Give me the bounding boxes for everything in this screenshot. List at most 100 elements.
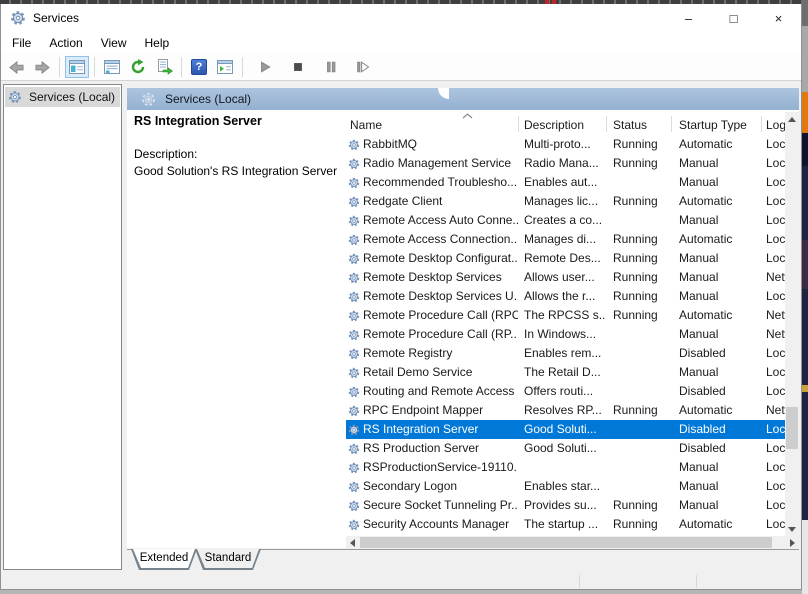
export-list-button[interactable] bbox=[152, 56, 176, 78]
service-gear-icon bbox=[348, 386, 360, 398]
vertical-scrollbar[interactable] bbox=[785, 112, 799, 536]
menu-action[interactable]: Action bbox=[40, 33, 91, 53]
service-startup-type: Manual bbox=[671, 477, 761, 496]
service-startup-type: Automatic bbox=[671, 135, 761, 154]
service-log-on-as: Loca bbox=[761, 458, 787, 477]
horizontal-scrollbar[interactable] bbox=[346, 536, 799, 549]
service-row[interactable]: Remote Desktop Services U... Allows the … bbox=[346, 287, 787, 306]
service-status bbox=[606, 211, 671, 230]
service-description: The Retail D... bbox=[518, 363, 606, 382]
service-description: The RPCSS s... bbox=[518, 306, 606, 325]
service-status bbox=[606, 382, 671, 401]
sidebar-item-services-local[interactable]: Services (Local) bbox=[5, 87, 120, 107]
close-button[interactable]: × bbox=[756, 4, 801, 32]
service-row[interactable]: Remote Procedure Call (RP... In Windows.… bbox=[346, 325, 787, 344]
column-divider[interactable] bbox=[761, 116, 762, 132]
service-row[interactable]: Remote Desktop Services Allows user... R… bbox=[346, 268, 787, 287]
service-name: Radio Management Service bbox=[363, 154, 511, 173]
scroll-up-button[interactable] bbox=[785, 112, 799, 126]
service-name: RSProductionService-19110... bbox=[363, 458, 518, 477]
service-description: Enables rem... bbox=[518, 344, 606, 363]
service-row[interactable]: RS Integration Server Good Soluti... Dis… bbox=[346, 420, 787, 439]
service-row[interactable]: RPC Endpoint Mapper Resolves RP... Runni… bbox=[346, 401, 787, 420]
scroll-down-button[interactable] bbox=[785, 522, 799, 536]
service-name: Retail Demo Service bbox=[363, 363, 472, 382]
scroll-right-button[interactable] bbox=[786, 536, 799, 549]
extended-view-icon bbox=[217, 60, 233, 74]
maximize-button[interactable]: □ bbox=[711, 4, 756, 32]
service-startup-type: Manual bbox=[671, 249, 761, 268]
service-log-on-as: Loca bbox=[761, 287, 787, 306]
service-row[interactable]: Routing and Remote Access Offers routi..… bbox=[346, 382, 787, 401]
service-name: RabbitMQ bbox=[363, 135, 417, 154]
service-row[interactable]: Remote Procedure Call (RPC) The RPCSS s.… bbox=[346, 306, 787, 325]
minimize-button[interactable]: – bbox=[666, 4, 711, 32]
service-row[interactable]: Remote Access Connection... Manages di..… bbox=[346, 230, 787, 249]
column-header-name[interactable]: Name bbox=[350, 118, 382, 132]
service-row[interactable]: Security Accounts Manager The startup ..… bbox=[346, 515, 787, 534]
extended-view-button[interactable] bbox=[213, 56, 237, 78]
service-startup-type: Disabled bbox=[671, 344, 761, 363]
column-divider[interactable] bbox=[518, 116, 519, 132]
forward-button[interactable] bbox=[30, 56, 54, 78]
menu-view[interactable]: View bbox=[92, 33, 136, 53]
service-row[interactable]: Remote Desktop Configurat... Remote Des.… bbox=[346, 249, 787, 268]
service-name: Secondary Logon bbox=[363, 477, 457, 496]
column-header-log-on-as[interactable]: Log bbox=[766, 118, 786, 132]
service-log-on-as: Loca bbox=[761, 382, 787, 401]
service-row[interactable]: Recommended Troublesho... Enables aut...… bbox=[346, 173, 787, 192]
title-bar[interactable]: Services – □ × bbox=[1, 4, 801, 32]
service-startup-type: Manual bbox=[671, 458, 761, 477]
selected-service-title: RS Integration Server bbox=[134, 114, 339, 128]
service-row[interactable]: Secure Socket Tunneling Pr... Provides s… bbox=[346, 496, 787, 515]
column-header-status[interactable]: Status bbox=[613, 118, 647, 132]
menu-help[interactable]: Help bbox=[136, 33, 179, 53]
service-status bbox=[606, 458, 671, 477]
service-row[interactable]: Retail Demo Service The Retail D... Manu… bbox=[346, 363, 787, 382]
toolbar: ? bbox=[1, 54, 801, 81]
description-text: Good Solution's RS Integration Server bbox=[134, 164, 344, 178]
service-name: Remote Procedure Call (RPC) bbox=[363, 306, 518, 325]
service-description: Multi-proto... bbox=[518, 135, 606, 154]
forward-arrow-icon bbox=[34, 60, 51, 75]
service-row[interactable]: RabbitMQ Multi-proto... Running Automati… bbox=[346, 135, 787, 154]
service-startup-type: Manual bbox=[671, 211, 761, 230]
service-gear-icon bbox=[348, 310, 360, 322]
service-description: Offers routi... bbox=[518, 382, 606, 401]
toolbar-separator bbox=[94, 57, 95, 77]
list-header: Name Description Status Startup Type Log bbox=[346, 112, 787, 135]
properties-button[interactable] bbox=[100, 56, 124, 78]
service-row[interactable]: Secondary Logon Enables star... Manual L… bbox=[346, 477, 787, 496]
service-status: Running bbox=[606, 496, 671, 515]
refresh-button[interactable] bbox=[126, 56, 150, 78]
tab-standard[interactable]: Standard bbox=[195, 549, 261, 570]
service-gear-icon bbox=[348, 348, 360, 360]
service-gear-icon bbox=[348, 405, 360, 417]
service-row[interactable]: Radio Management Service Radio Mana... R… bbox=[346, 154, 787, 173]
column-header-startup-type[interactable]: Startup Type bbox=[679, 118, 747, 132]
stop-service-button[interactable] bbox=[286, 56, 310, 78]
horizontal-scrollbar-thumb[interactable] bbox=[360, 537, 772, 548]
column-divider[interactable] bbox=[671, 116, 672, 132]
scroll-left-button[interactable] bbox=[346, 536, 359, 549]
service-log-on-as: Netw bbox=[761, 401, 787, 420]
column-header-description[interactable]: Description bbox=[524, 118, 584, 132]
vertical-scrollbar-thumb[interactable] bbox=[786, 407, 798, 449]
column-divider[interactable] bbox=[606, 116, 607, 132]
restart-service-button[interactable] bbox=[350, 56, 374, 78]
menu-file[interactable]: File bbox=[3, 33, 40, 53]
back-button[interactable] bbox=[4, 56, 28, 78]
menu-bar: File Action View Help bbox=[1, 32, 801, 54]
service-row[interactable]: RS Production Server Good Soluti... Disa… bbox=[346, 439, 787, 458]
service-row[interactable]: RSProductionService-19110... Manual Loca bbox=[346, 458, 787, 477]
service-description: Remote Des... bbox=[518, 249, 606, 268]
service-row[interactable]: Redgate Client Manages lic... Running Au… bbox=[346, 192, 787, 211]
tab-extended[interactable]: Extended bbox=[131, 549, 197, 570]
show-console-tree-button[interactable] bbox=[65, 56, 89, 78]
pause-service-button[interactable] bbox=[319, 56, 343, 78]
start-service-button[interactable] bbox=[253, 56, 277, 78]
service-description: Good Soluti... bbox=[518, 439, 606, 458]
service-row[interactable]: Remote Access Auto Conne... Creates a co… bbox=[346, 211, 787, 230]
help-button[interactable]: ? bbox=[187, 56, 211, 78]
service-row[interactable]: Remote Registry Enables rem... Disabled … bbox=[346, 344, 787, 363]
